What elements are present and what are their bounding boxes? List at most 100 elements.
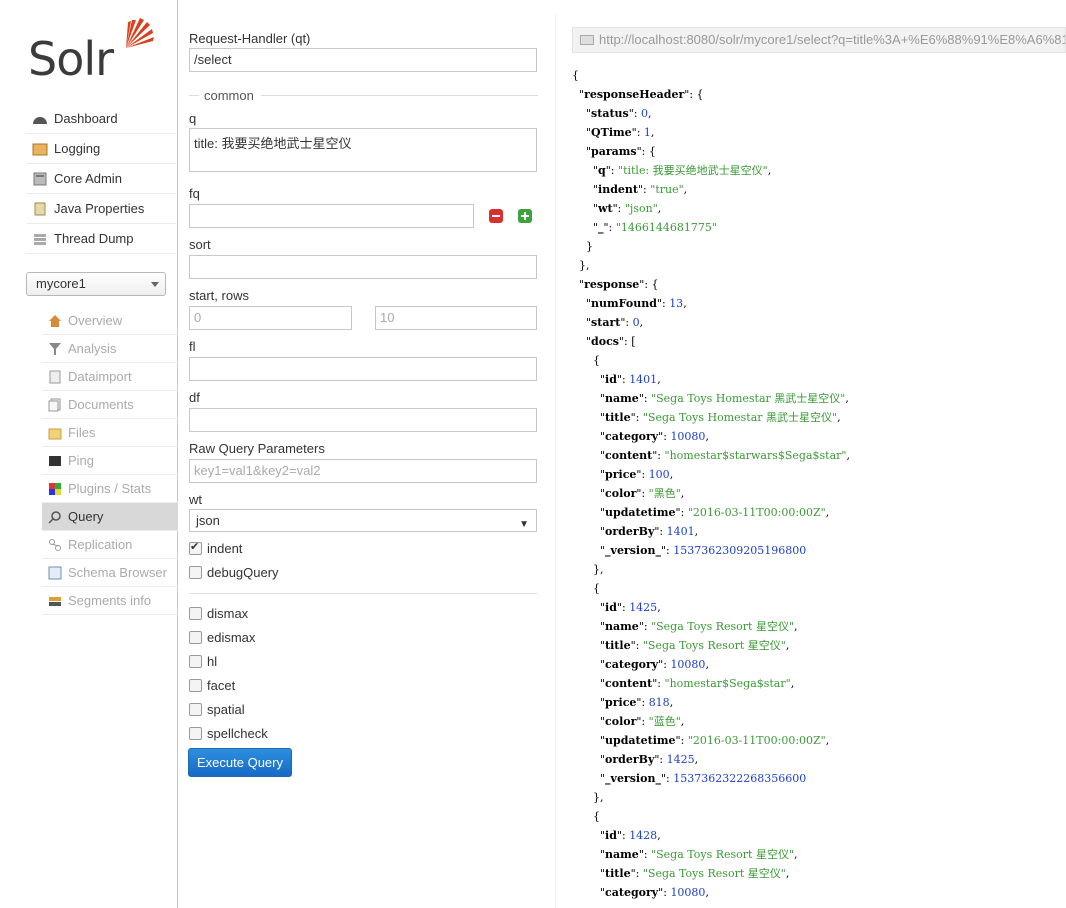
- doc-category: 10080: [670, 430, 706, 443]
- param-q: "title: 我要买绝地武士星空仪": [618, 164, 768, 177]
- debugquery-label: debugQuery: [207, 565, 279, 580]
- edismax-label: edismax: [207, 630, 256, 645]
- logo-burst-icon: [126, 18, 154, 48]
- chevron-down-icon: [151, 282, 159, 287]
- nav-thread-dump[interactable]: Thread Dump: [26, 224, 176, 254]
- doc-name: "Sega Toys Resort 星空仪": [651, 620, 795, 633]
- solr-logo[interactable]: Solr: [26, 12, 166, 86]
- wt-label: wt: [189, 492, 202, 507]
- doc-name: "Sega Toys Resort 星空仪": [651, 848, 795, 861]
- core-admin-icon: [33, 172, 47, 185]
- core-nav-label: Plugins / Stats: [68, 481, 152, 496]
- nav-label: Core Admin: [54, 171, 122, 186]
- core-selector[interactable]: mycore1: [26, 272, 166, 296]
- doc-updatetime: "2016-03-11T00:00:00Z": [687, 506, 826, 519]
- wt-select[interactable]: json ▼: [189, 509, 537, 532]
- checkbox-icon: [189, 566, 202, 579]
- edismax-checkbox[interactable]: edismax: [189, 630, 255, 645]
- core-nav-segments-info[interactable]: Segments info: [42, 587, 178, 615]
- doc-content: "homestar$starwars$Sega$star": [664, 449, 847, 462]
- core-nav-plugins-stats[interactable]: Plugins / Stats: [42, 475, 178, 503]
- core-nav: Overview Analysis Dataimport Documents F…: [42, 307, 178, 615]
- replication-icon: [49, 538, 61, 551]
- result-url-link[interactable]: http://localhost:8080/solr/mycore1/selec…: [572, 27, 1066, 53]
- doc-id: 1425: [629, 601, 658, 614]
- nav-java-properties[interactable]: Java Properties: [26, 194, 176, 224]
- java-icon: [34, 202, 46, 215]
- start-rows-label: start, rows: [189, 288, 249, 303]
- start-input[interactable]: 0: [189, 306, 352, 330]
- nav-label: Dashboard: [54, 111, 118, 126]
- logo-text: Solr: [28, 32, 114, 86]
- spellcheck-checkbox[interactable]: spellcheck: [189, 726, 268, 741]
- checkbox-checked-icon: [189, 540, 202, 555]
- numfound-value: 13: [669, 297, 684, 310]
- doc-color: "黑色": [648, 487, 681, 500]
- core-nav-documents[interactable]: Documents: [42, 391, 178, 419]
- debugquery-checkbox[interactable]: debugQuery: [189, 565, 279, 580]
- result-url-text: http://localhost:8080/solr/mycore1/selec…: [599, 32, 1066, 47]
- core-nav-schema-browser[interactable]: Schema Browser: [42, 559, 178, 587]
- terminal-icon: [49, 455, 61, 466]
- core-nav-label: Query: [68, 509, 104, 524]
- doc-price: 818: [648, 696, 670, 709]
- doc-category: 10080: [670, 886, 706, 899]
- checkbox-icon: [189, 727, 202, 740]
- nav-core-admin[interactable]: Core Admin: [26, 164, 176, 194]
- doc-orderby: 1425: [666, 753, 695, 766]
- doc-content: "homestar$Sega$star": [664, 677, 791, 690]
- df-label: df: [189, 390, 200, 405]
- core-nav-label: Documents: [68, 397, 134, 412]
- core-nav-dataimport[interactable]: Dataimport: [42, 363, 178, 391]
- common-legend-text: common: [204, 88, 254, 103]
- core-nav-files[interactable]: Files: [42, 419, 178, 447]
- add-fq-button[interactable]: [518, 209, 532, 223]
- doc-version: 1537362309205196800: [673, 544, 807, 557]
- core-nav-label: Analysis: [68, 341, 117, 356]
- sort-input[interactable]: [189, 255, 537, 279]
- raw-params-input[interactable]: key1=val1&key2=val2: [189, 459, 537, 483]
- hl-checkbox[interactable]: hl: [189, 654, 217, 669]
- indent-checkbox[interactable]: indent: [189, 540, 243, 556]
- raw-params-label: Raw Query Parameters: [189, 441, 325, 456]
- spatial-checkbox[interactable]: spatial: [189, 702, 245, 717]
- home-icon: [49, 314, 61, 327]
- panel-divider: [555, 14, 556, 908]
- doc-id: 1401: [629, 373, 658, 386]
- core-nav-analysis[interactable]: Analysis: [42, 335, 178, 363]
- nav-logging[interactable]: Logging: [26, 134, 176, 164]
- search-icon: [48, 510, 61, 524]
- fl-input[interactable]: [189, 357, 537, 381]
- checkbox-icon: [189, 607, 202, 620]
- checkbox-icon: [189, 655, 202, 668]
- core-nav-replication[interactable]: Replication: [42, 531, 178, 559]
- core-nav-label: Dataimport: [68, 369, 132, 384]
- checkbox-icon: [189, 679, 202, 692]
- handler-label: Request-Handler (qt): [189, 31, 311, 46]
- core-nav-overview[interactable]: Overview: [42, 307, 178, 335]
- dismax-label: dismax: [207, 606, 249, 621]
- nav-dashboard[interactable]: Dashboard: [26, 104, 176, 134]
- facet-checkbox[interactable]: facet: [189, 678, 235, 693]
- segments-icon: [49, 596, 61, 606]
- dashboard-icon: [33, 116, 47, 124]
- df-input[interactable]: [189, 408, 537, 432]
- remove-fq-button[interactable]: [489, 209, 503, 223]
- handler-input[interactable]: /select: [189, 48, 537, 72]
- fq-input[interactable]: [189, 204, 474, 228]
- q-textarea[interactable]: title: 我要买绝地武士星空仪: [189, 128, 537, 172]
- dismax-checkbox[interactable]: dismax: [189, 606, 248, 621]
- doc-price: 100: [648, 468, 670, 481]
- sidebar: Solr Dashboard Logging Core Admin Java P…: [0, 0, 178, 908]
- execute-query-button[interactable]: Execute Query: [188, 748, 292, 777]
- core-nav-query[interactable]: Query: [42, 503, 178, 531]
- doc-category: 10080: [670, 658, 706, 671]
- rows-input[interactable]: 10: [375, 306, 537, 330]
- json-response: { "responseHeader": { "status": 0, "QTim…: [572, 69, 850, 899]
- spellcheck-label: spellcheck: [207, 726, 268, 741]
- core-nav-ping[interactable]: Ping: [42, 447, 178, 475]
- thread-dump-icon: [34, 233, 46, 245]
- core-selector-value: mycore1: [36, 276, 86, 291]
- indent-label: indent: [207, 541, 243, 556]
- checkbox-icon: [189, 631, 202, 644]
